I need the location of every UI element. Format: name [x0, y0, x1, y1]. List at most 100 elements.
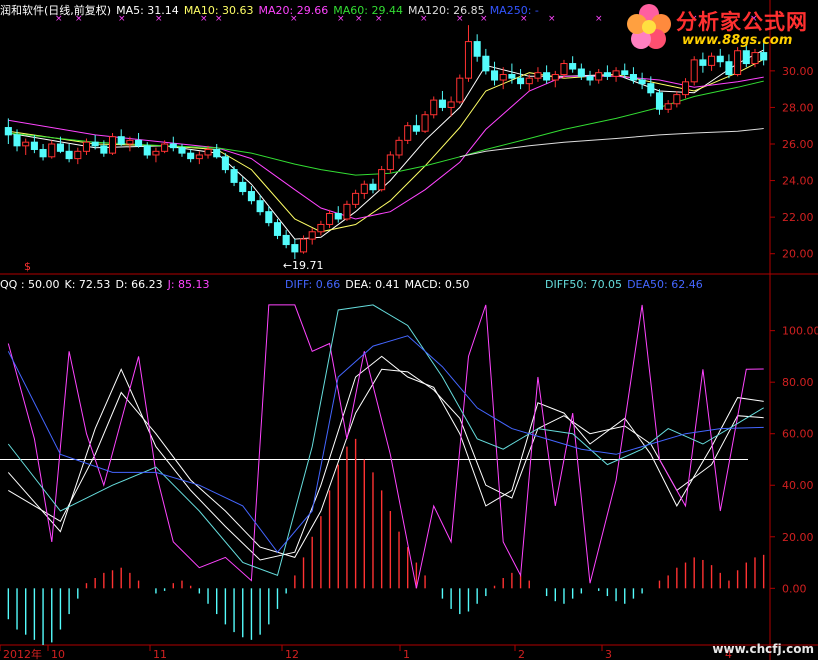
- candle-body: [725, 61, 733, 76]
- indicator-line-j: [7, 304, 764, 589]
- candle-body: [352, 192, 360, 205]
- candle-body: [126, 139, 134, 145]
- date-tick-label: 3: [605, 648, 612, 660]
- kdj-legend-item-1: K: 72.53: [64, 278, 111, 291]
- candle-body: [291, 244, 299, 253]
- indicator-lines: [7, 304, 764, 589]
- candle-body: [490, 70, 499, 81]
- candle-body: [265, 211, 273, 224]
- candle-body: [569, 63, 577, 70]
- price-tick-label: 26.00: [782, 138, 814, 151]
- candle-body: [499, 74, 507, 81]
- candle-body: [395, 139, 403, 156]
- candle-body: [13, 134, 21, 147]
- event-marker: ×: [595, 14, 603, 24]
- candle-body: [482, 55, 490, 72]
- candle-body: [647, 83, 655, 94]
- ma-line-ma120: [459, 128, 764, 158]
- watermark: www.chcfj.com: [712, 642, 814, 656]
- candle-body: [273, 222, 282, 236]
- candle-body: [213, 148, 221, 158]
- candle-body: [586, 75, 594, 81]
- candle-body: [82, 141, 91, 152]
- stock-chart[interactable]: ××××××××××××××××××× ←19.71$ 20.0022.0024…: [0, 0, 818, 660]
- macd-histogram: [7, 438, 765, 645]
- candle-body: [256, 200, 264, 213]
- date-tick-label: 10: [51, 648, 65, 660]
- indicator-tick-label: 60.00: [782, 428, 814, 441]
- candle-body: [577, 68, 585, 77]
- candle-body: [655, 92, 664, 110]
- candle-body: [716, 55, 724, 63]
- diff50-legend-item-0: DIFF50: 70.05: [545, 278, 623, 291]
- date-tick-label: 2012年: [3, 647, 42, 660]
- macd-legend-item-2: MACD: 0.50: [404, 278, 470, 291]
- indicator-tick-label: 80.00: [782, 376, 814, 389]
- candle-body: [681, 81, 690, 96]
- candle-body: [135, 139, 143, 147]
- candle-body: [317, 223, 325, 233]
- candle-body: [603, 72, 611, 77]
- indicator-tick-label: 20.00: [782, 531, 814, 544]
- candle-body: [195, 154, 203, 160]
- candle-body: [543, 72, 551, 81]
- signal-marker: $: [24, 260, 31, 273]
- date-tick-label: 11: [153, 648, 167, 660]
- candle-body: [699, 59, 707, 66]
- candle-body: [22, 141, 30, 147]
- macd-legend-item-0: DIFF: 0.66: [285, 278, 341, 291]
- indicator-tick-label: 40.00: [782, 479, 814, 492]
- candle-body: [221, 156, 229, 171]
- candle-body: [204, 148, 212, 156]
- candle-body: [369, 183, 377, 191]
- price-tick-label: 24.00: [782, 175, 814, 188]
- candle-body: [473, 41, 481, 57]
- indicator-line-diff50: [7, 304, 764, 577]
- macd-legend-item-1: DEA: 0.41: [345, 278, 400, 291]
- candle-body: [638, 79, 646, 85]
- candle-body: [673, 94, 681, 105]
- candle-body: [456, 77, 464, 103]
- candle-body: [74, 150, 82, 160]
- candle-body: [517, 77, 525, 85]
- date-axis: 2012年 10 11 12 1 2 3 4: [0, 645, 732, 660]
- candle-body: [378, 169, 386, 191]
- candle-body: [508, 74, 516, 79]
- upper-legend-item-4: MA60: 29.44: [333, 4, 403, 17]
- event-marker: ×: [548, 14, 556, 24]
- candle-body: [360, 183, 368, 194]
- indicator-tick-label: 100.00: [782, 325, 818, 338]
- diff50-legend-item-1: DEA50: 62.46: [627, 278, 703, 291]
- candle-body: [161, 143, 169, 152]
- candle-body: [30, 141, 38, 150]
- candle-body: [308, 231, 316, 240]
- logo-url: www.88gs.com: [682, 33, 793, 48]
- candle-body: [464, 41, 473, 79]
- candle-body: [108, 136, 117, 154]
- indicator-legend-kdj: QQ : 50.00 K: 72.53 D: 66.23 J: 85.13: [0, 278, 215, 291]
- candle-body: [404, 125, 412, 141]
- candle-body: [100, 145, 108, 154]
- candle-body: [447, 101, 455, 108]
- ma-line-ma20: [8, 75, 764, 220]
- candle-body: [629, 74, 637, 81]
- candle-body: [421, 114, 429, 132]
- kdj-legend-item-0: QQ : 50.00: [0, 278, 60, 291]
- candle-body: [551, 74, 559, 81]
- upper-legend-item-2: MA10: 30.63: [183, 4, 254, 17]
- candle-body: [4, 127, 12, 136]
- candle-body: [412, 125, 420, 132]
- candle-body: [299, 238, 308, 253]
- upper-legend-item-3: MA20: 29.66: [258, 4, 329, 17]
- logo-title: 分析家公式网: [676, 10, 808, 34]
- indicator-line-dea50: [7, 335, 764, 554]
- indicator-line-k: [7, 355, 764, 561]
- price-tick-label: 30.00: [782, 65, 814, 78]
- candle-body: [708, 55, 716, 66]
- date-tick-label: 1: [403, 648, 410, 660]
- candle-body: [56, 143, 64, 152]
- candle-body: [334, 212, 342, 220]
- upper-legend-item-0: 润和软件(日线,前复权): [0, 4, 112, 17]
- candle-body: [664, 103, 672, 110]
- candle-body: [169, 143, 177, 149]
